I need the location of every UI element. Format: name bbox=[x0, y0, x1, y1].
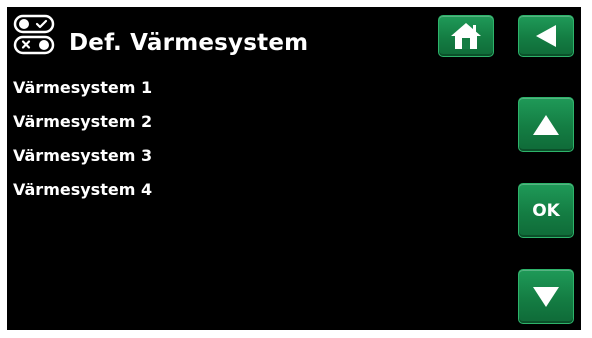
home-button[interactable] bbox=[438, 15, 494, 57]
page-title: Def. Värmesystem bbox=[69, 30, 309, 56]
home-icon bbox=[449, 21, 483, 51]
scroll-up-button[interactable] bbox=[518, 97, 574, 152]
back-arrow-icon bbox=[533, 23, 559, 49]
list-item-heating-system-2[interactable]: Värmesystem 2 bbox=[13, 111, 152, 133]
scroll-down-button[interactable] bbox=[518, 269, 574, 324]
ok-button[interactable]: OK bbox=[518, 183, 574, 238]
arrow-down-icon bbox=[531, 285, 561, 309]
display-screen: Def. Värmesystem Värmesystem 1 Värmesyst… bbox=[7, 7, 581, 330]
back-button[interactable] bbox=[518, 15, 574, 57]
arrow-up-icon bbox=[531, 113, 561, 137]
ok-button-label: OK bbox=[532, 200, 560, 221]
heating-system-list: Värmesystem 1 Värmesystem 2 Värmesystem … bbox=[13, 77, 152, 213]
list-item-heating-system-4[interactable]: Värmesystem 4 bbox=[13, 179, 152, 201]
toggle-switches-icon bbox=[13, 14, 57, 56]
list-item-heating-system-3[interactable]: Värmesystem 3 bbox=[13, 145, 152, 167]
list-item-heating-system-1[interactable]: Värmesystem 1 bbox=[13, 77, 152, 99]
